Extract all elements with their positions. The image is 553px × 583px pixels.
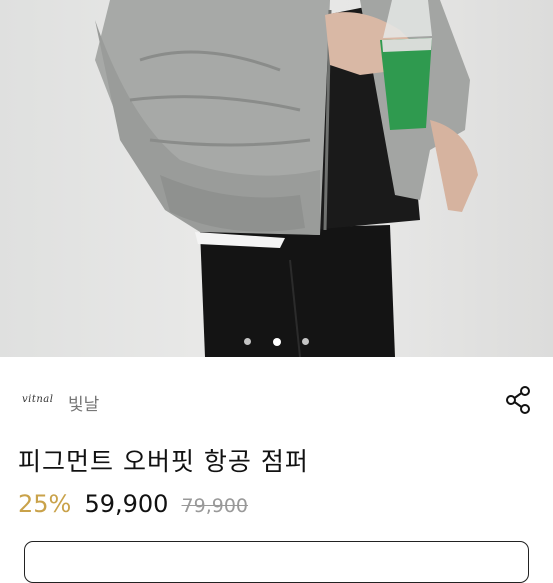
product-photo [95,0,478,357]
carousel-indicator[interactable] [0,331,553,346]
brand-logo[interactable]: vitnal [22,394,53,405]
share-button[interactable] [503,384,535,416]
original-price: 79,900 [181,495,248,517]
price-row: 25% 59,900 79,900 [18,490,248,522]
brand-name[interactable]: 빛날 [68,390,99,415]
action-button[interactable] [24,541,529,583]
carousel-dot[interactable] [301,338,309,345]
sale-price: 59,900 [84,490,169,518]
share-icon [506,386,530,414]
carousel-dot-active[interactable] [272,337,281,346]
brand-row: vitnal 빛날 [18,386,535,420]
discount-rate: 25% [18,490,72,518]
product-title: 피그먼트 오버핏 항공 점퍼 [18,447,309,476]
product-image[interactable] [0,0,553,357]
